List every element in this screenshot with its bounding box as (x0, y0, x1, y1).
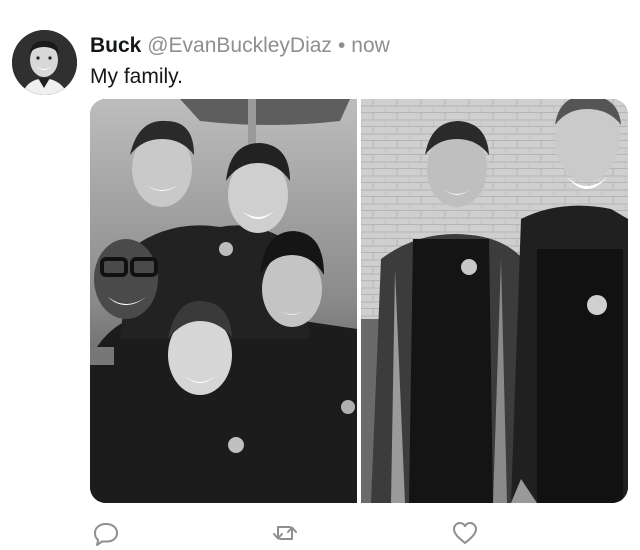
tweet-text: My family. (90, 65, 183, 88)
photo-two-firefighters[interactable] (361, 99, 628, 503)
retweet-icon (270, 518, 300, 548)
like-icon (450, 518, 480, 548)
user-handle[interactable]: @EvanBuckleyDiaz (147, 34, 332, 57)
separator-dot: • (337, 34, 346, 57)
tweet-media[interactable] (90, 99, 628, 503)
tweet-header: Buck @EvanBuckleyDiaz • now (90, 34, 390, 58)
profile-avatar[interactable] (12, 30, 77, 95)
display-name[interactable]: Buck (90, 34, 141, 57)
retweet-button[interactable] (270, 518, 300, 548)
timestamp[interactable]: now (351, 34, 390, 57)
tweet-actions (0, 518, 640, 548)
reply-icon (91, 518, 121, 548)
photo-group-firefighters[interactable] (90, 99, 357, 503)
like-button[interactable] (450, 518, 480, 548)
reply-button[interactable] (91, 518, 121, 548)
